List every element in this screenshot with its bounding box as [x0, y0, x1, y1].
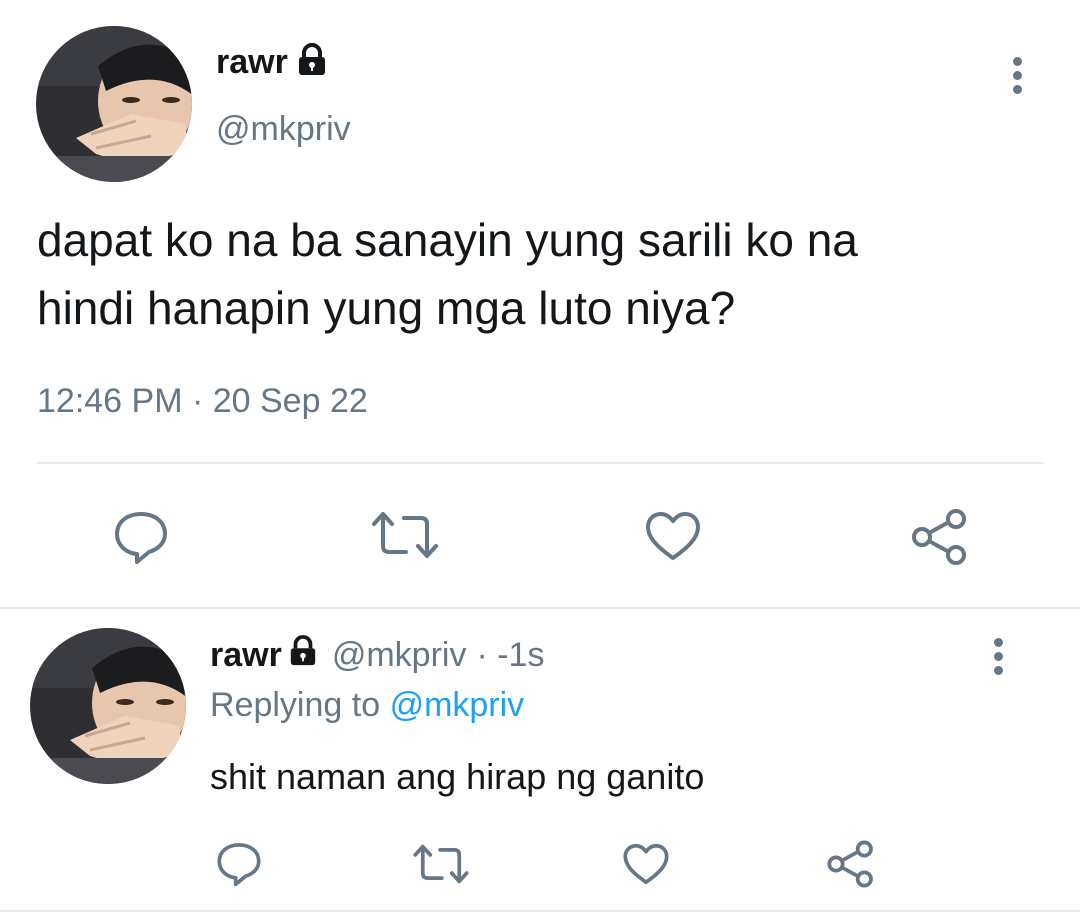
- reply-icon[interactable]: [216, 840, 262, 886]
- reply-header-row: rawr @mkpriv · -1s: [210, 634, 544, 676]
- reply-time[interactable]: · -1s: [476, 636, 544, 675]
- replying-to-link[interactable]: @mkpriv: [390, 686, 525, 724]
- more-options-icon[interactable]: [991, 638, 1005, 680]
- display-name[interactable]: rawr: [216, 43, 288, 82]
- reply-icon[interactable]: [113, 508, 169, 564]
- lock-icon: [288, 634, 318, 676]
- avatar[interactable]: [36, 26, 192, 182]
- replying-to-label: Replying to: [210, 686, 381, 724]
- divider: [37, 462, 1044, 464]
- more-options-icon[interactable]: [1010, 57, 1024, 99]
- share-icon[interactable]: [910, 507, 970, 567]
- reply-handle[interactable]: @mkpriv: [332, 636, 467, 675]
- like-icon[interactable]: [622, 842, 670, 886]
- author-name-row: rawr: [216, 40, 328, 84]
- retweet-icon[interactable]: [370, 510, 440, 560]
- reply-display-name[interactable]: rawr: [210, 636, 282, 675]
- tweet-text-line-2: hindi hanapin yung mga luto niya?: [37, 282, 736, 334]
- divider: [0, 910, 1080, 912]
- retweet-icon[interactable]: [412, 843, 470, 885]
- tweet-timestamp[interactable]: 12:46 PM · 20 Sep 22: [37, 382, 368, 421]
- lock-icon: [296, 42, 328, 82]
- avatar-photo: [36, 26, 192, 182]
- divider: [0, 607, 1080, 609]
- share-icon[interactable]: [826, 839, 876, 889]
- tweet-text-line-1: dapat ko na ba sanayin yung sarili ko na: [37, 214, 858, 266]
- replying-to-row: Replying to @mkpriv: [210, 686, 524, 725]
- author-handle[interactable]: @mkpriv: [216, 110, 351, 149]
- like-icon[interactable]: [644, 510, 702, 562]
- avatar-photo: [30, 628, 186, 784]
- reply-text: shit naman ang hirap ng ganito: [210, 756, 705, 797]
- reply-avatar[interactable]: [30, 628, 186, 784]
